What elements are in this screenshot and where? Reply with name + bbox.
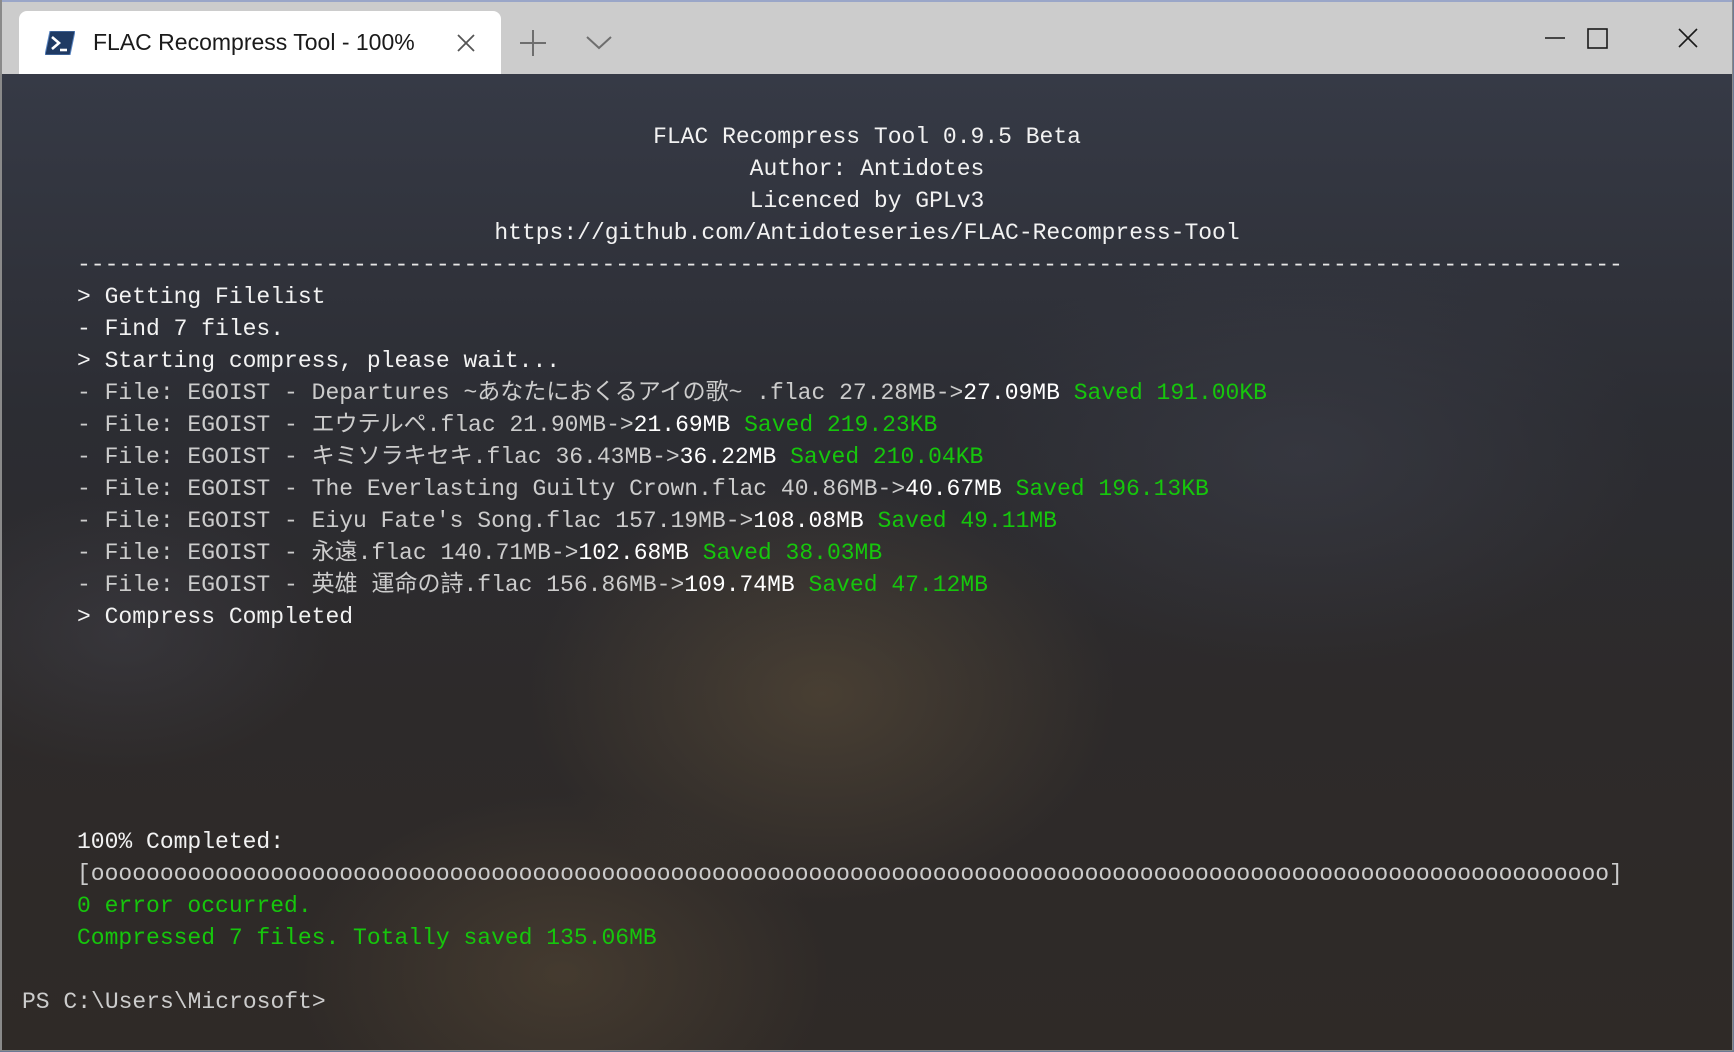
progress-bar: [ooooooooooooooooooooooooooooooooooooooo… <box>77 861 1623 887</box>
status-found-files: - Find 7 files. <box>77 316 285 342</box>
separator: ----------------------------------------… <box>77 252 1623 278</box>
saved-amount: Saved 49.11MB <box>877 508 1057 534</box>
file-line: - File: EGOIST - Eiyu Fate's Song.flac 1… <box>77 505 1057 537</box>
saved-amount: Saved 191.00KB <box>1073 380 1267 406</box>
error-count: 0 error occurred. <box>77 893 312 919</box>
status-getting-filelist: > Getting Filelist <box>77 284 326 310</box>
progress-label: 100% Completed: <box>77 829 285 855</box>
saved-amount: Saved 47.12MB <box>808 572 988 598</box>
file-info: - File: EGOIST - キミソラキセキ.flac 36.43MB-> <box>77 444 680 470</box>
author-line: Author: Antidotes <box>749 156 985 182</box>
file-info: - File: EGOIST - エウテルペ.flac 21.90MB-> <box>77 412 634 438</box>
status-completed: > Compress Completed <box>77 604 354 630</box>
maximize-icon[interactable] <box>1574 2 1658 74</box>
status-starting: > Starting compress, please wait... <box>77 348 561 374</box>
tab-bar: FLAC Recompress Tool - 100% <box>2 0 1733 76</box>
terminal-window: FLAC Recompress Tool - 100% FLAC Recompr… <box>0 0 1733 1051</box>
file-info: - File: EGOIST - 英雄 運命の詩.flac 156.86MB-> <box>77 572 685 598</box>
file-line: - File: EGOIST - Departures ~あなたにおくるアイの歌… <box>77 377 1267 409</box>
chevron-down-icon[interactable] <box>585 32 613 52</box>
powershell-icon <box>45 31 75 55</box>
new-size: 108.08MB <box>753 508 864 534</box>
file-line: - File: EGOIST - The Everlasting Guilty … <box>77 473 1209 505</box>
new-size: 40.67MB <box>905 476 1002 502</box>
saved-amount: Saved 210.04KB <box>790 444 984 470</box>
minimize-icon[interactable] <box>1482 2 1566 74</box>
new-tab-plus-icon[interactable] <box>519 29 547 57</box>
shell-prompt[interactable]: PS C:\Users\Microsoft> <box>22 986 326 1018</box>
close-window-icon[interactable] <box>1648 2 1733 74</box>
close-tab-icon[interactable] <box>453 30 479 56</box>
new-size: 102.68MB <box>578 540 689 566</box>
saved-amount: Saved 219.23KB <box>744 412 938 438</box>
tab-active[interactable]: FLAC Recompress Tool - 100% <box>19 11 501 76</box>
file-line: - File: EGOIST - エウテルペ.flac 21.90MB->21.… <box>77 409 937 441</box>
saved-amount: Saved 196.13KB <box>1015 476 1209 502</box>
tab-title: FLAC Recompress Tool - 100% <box>93 29 415 55</box>
new-size: 21.69MB <box>633 412 731 438</box>
new-size: 36.22MB <box>679 444 777 470</box>
repo-url: https://github.com/Antidoteseries/FLAC-R… <box>494 220 1240 246</box>
file-line: - File: EGOIST - キミソラキセキ.flac 36.43MB->3… <box>77 441 983 473</box>
file-line: - File: EGOIST - 英雄 運命の詩.flac 156.86MB->… <box>77 569 988 601</box>
file-info: - File: EGOIST - Eiyu Fate's Song.flac 1… <box>77 508 754 534</box>
new-size: 27.09MB <box>963 380 1060 406</box>
app-title: FLAC Recompress Tool 0.9.5 Beta <box>653 124 1081 150</box>
total-saved: Compressed 7 files. Totally saved 135.06… <box>77 925 657 951</box>
file-info: - File: EGOIST - The Everlasting Guilty … <box>77 476 906 502</box>
file-line: - File: EGOIST - 永遠.flac 140.71MB->102.6… <box>77 537 882 569</box>
file-info: - File: EGOIST - Departures ~あなたにおくるアイの歌… <box>77 380 964 406</box>
new-size: 109.74MB <box>684 572 795 598</box>
file-info: - File: EGOIST - 永遠.flac 140.71MB-> <box>77 540 579 566</box>
terminal-output[interactable]: FLAC Recompress Tool 0.9.5 Beta Author: … <box>2 74 1732 1050</box>
saved-amount: Saved 38.03MB <box>702 540 883 566</box>
licence-line: Licenced by GPLv3 <box>749 188 985 214</box>
